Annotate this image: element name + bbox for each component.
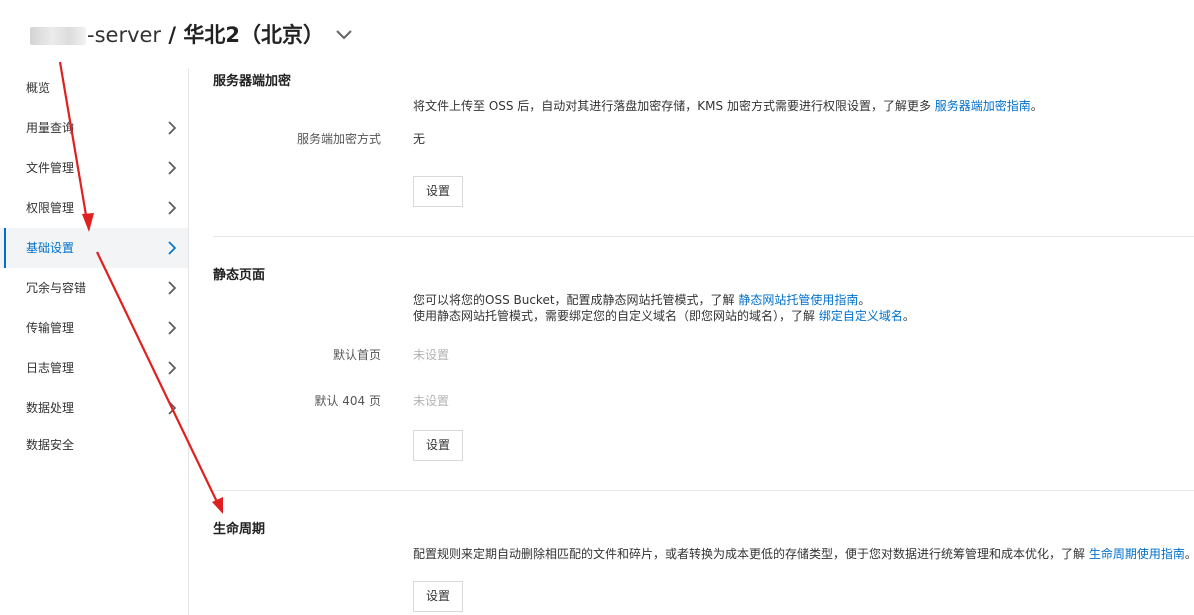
chevron-right-icon — [168, 121, 177, 135]
sidebar-item-basic-settings[interactable]: 基础设置 — [0, 228, 188, 268]
sidebar-item-transfer[interactable]: 传输管理 — [0, 308, 188, 348]
annotation-arrowhead — [212, 497, 223, 514]
description-text: 您可以将您的OSS Bucket，配置成静态网站托管模式，了解 — [413, 293, 739, 307]
section-divider — [213, 236, 1194, 237]
sidebar-item-label: 基础设置 — [26, 241, 75, 255]
sidebar-item-label: 概览 — [26, 81, 51, 95]
sidebar-item-label: 日志管理 — [26, 361, 75, 375]
default-index-label: 默认首页 — [332, 348, 381, 362]
lifecycle-settings-button[interactable]: 设置 — [413, 581, 463, 612]
sidebar-item-data-security[interactable]: 数据安全 — [0, 428, 188, 462]
sidebar-item-data-processing[interactable]: 数据处理 — [0, 388, 188, 428]
description-end: 。 — [1185, 547, 1194, 561]
sidebar-item-files[interactable]: 文件管理 — [0, 148, 188, 188]
description-end: 。 — [902, 309, 915, 323]
bind-custom-domain-link[interactable]: 绑定自定义域名 — [819, 309, 903, 323]
default-404-value: 未设置 — [413, 394, 450, 408]
description-text: 配置规则来定期自动删除相匹配的文件和碎片，或者转换为成本更低的存储类型，便于您对… — [413, 547, 1089, 561]
chevron-right-icon — [168, 281, 177, 295]
sidebar-item-overview[interactable]: 概览 — [0, 68, 188, 108]
encryption-method-value: 无 — [413, 132, 426, 146]
encryption-description: 将文件上传至 OSS 后，自动对其进行落盘加密存储，KMS 加密方式需要进行权限… — [413, 97, 1043, 114]
section-title-static-page: 静态页面 — [213, 268, 266, 283]
sidebar-item-label: 数据安全 — [26, 438, 75, 452]
bucket-region: 华北2（北京） — [183, 23, 324, 47]
lifecycle-guide-link[interactable]: 生命周期使用指南 — [1089, 547, 1185, 561]
description-end: 。 — [858, 293, 871, 307]
static-page-description-1: 您可以将您的OSS Bucket，配置成静态网站托管模式，了解 静态网站托管使用… — [413, 291, 870, 308]
bucket-name: -server — [87, 23, 162, 47]
sidebar-item-label: 文件管理 — [26, 161, 75, 175]
section-title-lifecycle: 生命周期 — [213, 522, 266, 537]
chevron-right-icon — [168, 201, 177, 215]
default-index-value: 未设置 — [413, 348, 450, 362]
lifecycle-description: 配置规则来定期自动删除相匹配的文件和碎片，或者转换为成本更低的存储类型，便于您对… — [413, 545, 1194, 562]
redacted-bucket-prefix — [30, 27, 86, 45]
chevron-right-icon — [168, 361, 177, 375]
sidebar-item-permissions[interactable]: 权限管理 — [0, 188, 188, 228]
description-end: 。 — [1030, 99, 1043, 113]
section-title-encryption: 服务器端加密 — [213, 74, 292, 89]
sidebar-item-label: 权限管理 — [26, 201, 75, 215]
encryption-method-label: 服务端加密方式 — [296, 132, 381, 146]
sidebar-item-logs[interactable]: 日志管理 — [0, 348, 188, 388]
chevron-right-icon — [168, 241, 177, 255]
sidebar-item-label: 用量查询 — [26, 121, 75, 135]
bucket-title: -server / 华北2（北京） — [87, 19, 324, 51]
static-page-description-2: 使用静态网站托管模式，需要绑定您的自定义域名（即您网站的域名），了解 绑定自定义… — [413, 307, 915, 324]
description-text: 使用静态网站托管模式，需要绑定您的自定义域名（即您网站的域名），了解 — [413, 309, 819, 323]
section-divider — [213, 490, 1194, 491]
chevron-right-icon — [168, 401, 177, 415]
chevron-down-icon[interactable] — [333, 24, 355, 46]
title-separator: / — [161, 23, 184, 47]
sidebar-item-redundancy[interactable]: 冗余与容错 — [0, 268, 188, 308]
oss-bucket-basic-settings-page: -server / 华北2（北京） 概览 用量查询 文件管理 权限管理 基础设置… — [0, 0, 1194, 615]
sidebar-item-label: 数据处理 — [26, 401, 75, 415]
chevron-right-icon — [168, 321, 177, 335]
default-404-label: 默认 404 页 — [314, 394, 381, 408]
static-hosting-guide-link[interactable]: 静态网站托管使用指南 — [738, 293, 858, 307]
sidebar-item-usage[interactable]: 用量查询 — [0, 108, 188, 148]
static-page-settings-button[interactable]: 设置 — [413, 430, 463, 461]
description-text: 将文件上传至 OSS 后，自动对其进行落盘加密存储，KMS 加密方式需要进行权限… — [413, 99, 935, 113]
encryption-settings-button[interactable]: 设置 — [413, 176, 463, 207]
sidebar-item-label: 冗余与容错 — [26, 281, 87, 295]
encryption-guide-link[interactable]: 服务器端加密指南 — [935, 99, 1031, 113]
sidebar-item-label: 传输管理 — [26, 321, 75, 335]
sidebar-nav: 概览 用量查询 文件管理 权限管理 基础设置 冗余与容错 传输管理 日志管理 数… — [0, 68, 189, 615]
chevron-right-icon — [168, 161, 177, 175]
